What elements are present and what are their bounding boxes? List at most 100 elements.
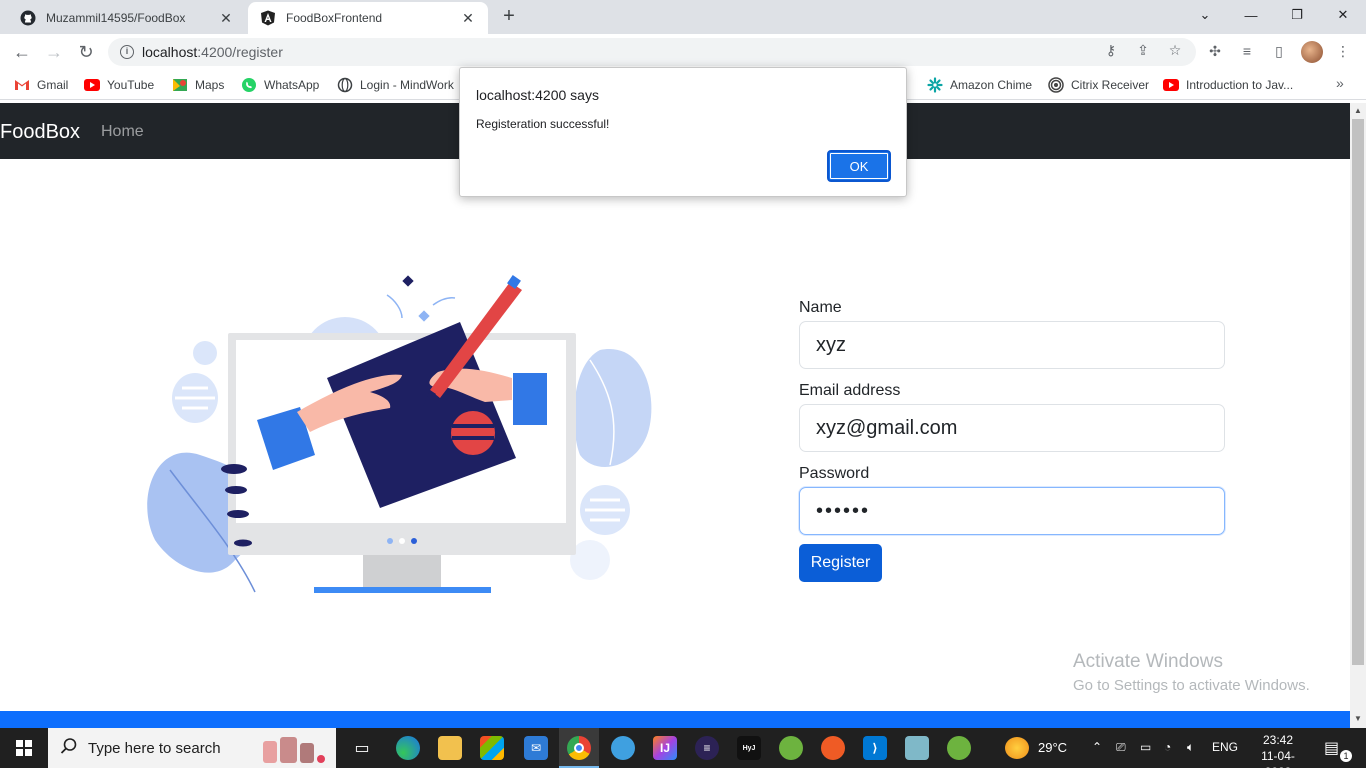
brand-logo[interactable]: FoodBox	[0, 121, 80, 144]
clock[interactable]: 23:42 11-04-2023	[1250, 732, 1306, 768]
search-placeholder: Type here to search	[88, 739, 221, 757]
spring-tool-icon[interactable]	[947, 736, 971, 760]
search-highlight-icon	[263, 733, 325, 763]
password-field[interactable]: ••••••	[799, 487, 1225, 535]
eclipse-icon[interactable]: ≡	[695, 736, 719, 760]
reload-icon[interactable]: ↻	[74, 40, 98, 64]
github-icon	[20, 10, 36, 26]
chime-icon	[927, 77, 943, 93]
restore-icon[interactable]: ❐	[1274, 0, 1320, 30]
postman-icon[interactable]	[821, 736, 845, 760]
chevron-up-icon[interactable]: ⌃	[1092, 740, 1102, 754]
close-tab-icon[interactable]: ✕	[460, 10, 476, 27]
clock-time: 23:42	[1262, 733, 1294, 747]
citrix-icon	[1048, 77, 1064, 93]
scroll-down-icon[interactable]: ▼	[1354, 714, 1362, 723]
windows-taskbar: Type here to search ▭ ✉ IJ ≡ HyJ ⟩ 29°C …	[0, 728, 1366, 768]
bookmark-star-icon[interactable]: ☆	[1166, 42, 1184, 60]
forward-icon[interactable]: →	[42, 40, 66, 64]
tab-github[interactable]: Muzammil14595/FoodBox ✕	[8, 2, 246, 34]
vscode-icon[interactable]: ⟩	[863, 736, 887, 760]
close-tab-icon[interactable]: ✕	[218, 10, 234, 27]
weather-temp[interactable]: 29°C	[1038, 740, 1067, 755]
tab-foodbox[interactable]: FoodBoxFrontend ✕	[248, 2, 488, 34]
minimize-icon[interactable]: —	[1228, 0, 1274, 30]
globe-icon	[337, 77, 353, 93]
battery-icon[interactable]: ▭	[1140, 740, 1151, 754]
menu-icon[interactable]: ⋮	[1334, 43, 1352, 61]
bookmark-gmail[interactable]: Gmail	[14, 76, 68, 94]
name-label: Name	[799, 299, 842, 316]
profile-avatar[interactable]	[1301, 41, 1323, 63]
tab-search-icon[interactable]: ⌄	[1182, 0, 1228, 30]
intellij-icon[interactable]: IJ	[653, 736, 677, 760]
email-field[interactable]: xyz@gmail.com	[799, 404, 1225, 452]
notification-count: 1	[1340, 750, 1352, 762]
store-icon[interactable]	[480, 736, 504, 760]
chrome-icon[interactable]	[567, 736, 591, 760]
decor-diamond	[402, 275, 414, 287]
sleeve-right	[513, 373, 547, 425]
site-info-icon[interactable]: i	[120, 45, 134, 59]
notification-icon[interactable]: ▤	[1324, 738, 1339, 758]
search-icon	[60, 737, 78, 760]
browser-app-icon[interactable]	[611, 736, 635, 760]
gmail-icon	[14, 77, 30, 93]
page-footer	[0, 711, 1350, 728]
side-panel-icon[interactable]: ▯	[1270, 43, 1288, 61]
notepad-icon[interactable]	[905, 736, 929, 760]
volume-icon[interactable]: 🔈︎	[1187, 740, 1194, 755]
task-view-icon[interactable]: ▭	[350, 736, 374, 760]
ok-button[interactable]: OK	[827, 150, 891, 182]
decor-pill	[221, 464, 247, 474]
spring-icon[interactable]	[779, 736, 803, 760]
extensions-icon[interactable]: ✣	[1206, 43, 1224, 61]
address-url: localhost:4200/register	[142, 44, 283, 60]
bookmark-intro-java[interactable]: Introduction to Jav...	[1163, 76, 1293, 94]
maps-icon	[172, 77, 188, 93]
youtube-icon	[1163, 77, 1179, 93]
bookmark-amazon-chime[interactable]: Amazon Chime	[927, 76, 1032, 94]
edge-icon[interactable]	[396, 736, 420, 760]
bookmark-mindwork[interactable]: Login - MindWork	[337, 76, 454, 94]
language-indicator[interactable]: ENG	[1212, 740, 1238, 754]
bookmark-whatsapp[interactable]: WhatsApp	[241, 76, 319, 94]
mail-icon[interactable]: ✉	[524, 736, 548, 760]
page-scrollbar[interactable]: ▲ ▼	[1350, 103, 1366, 728]
key-icon[interactable]: ⚷	[1102, 42, 1120, 60]
whatsapp-icon	[241, 77, 257, 93]
address-bar[interactable]: i localhost:4200/register	[108, 38, 1196, 66]
decor-pill	[234, 539, 252, 547]
wifi-icon[interactable]: ◔	[1164, 740, 1171, 754]
bookmark-citrix[interactable]: Citrix Receiver	[1048, 76, 1149, 94]
monitor-base	[314, 587, 491, 593]
decor-dot	[387, 538, 393, 544]
tab-strip: Muzammil14595/FoodBox ✕ FoodBoxFrontend …	[0, 0, 1366, 34]
taskbar-search[interactable]: Type here to search	[48, 728, 336, 768]
clock-date: 11-04-2023	[1261, 749, 1295, 768]
scroll-up-icon[interactable]: ▲	[1354, 106, 1362, 115]
decor-circle	[193, 341, 217, 365]
back-icon[interactable]: ←	[10, 40, 34, 64]
chevron-right-icon[interactable]: »	[1336, 75, 1344, 91]
close-window-icon[interactable]: ✕	[1320, 0, 1366, 30]
bookmark-youtube[interactable]: YouTube	[84, 76, 154, 94]
meet-icon[interactable]: ⎚	[1116, 740, 1126, 755]
decor-pill	[227, 510, 249, 518]
name-field[interactable]: xyz	[799, 321, 1225, 369]
weather-icon[interactable]	[1005, 737, 1029, 759]
new-tab-button[interactable]: +	[498, 6, 520, 28]
decor-arc	[386, 294, 403, 319]
media-icon[interactable]: ≡	[1238, 43, 1256, 61]
scroll-thumb[interactable]	[1352, 119, 1364, 665]
terminal-icon[interactable]: HyJ	[737, 736, 761, 760]
register-button[interactable]: Register	[799, 544, 882, 582]
alert-dialog: localhost:4200 says Registeration succes…	[459, 67, 907, 197]
windows-start-icon[interactable]	[16, 740, 32, 756]
share-icon[interactable]: ⇪	[1134, 42, 1152, 60]
decor-diamond	[418, 310, 430, 322]
bookmark-maps[interactable]: Maps	[172, 76, 224, 94]
youtube-icon	[84, 77, 100, 93]
file-explorer-icon[interactable]	[438, 736, 462, 760]
nav-home-link[interactable]: Home	[101, 123, 144, 141]
